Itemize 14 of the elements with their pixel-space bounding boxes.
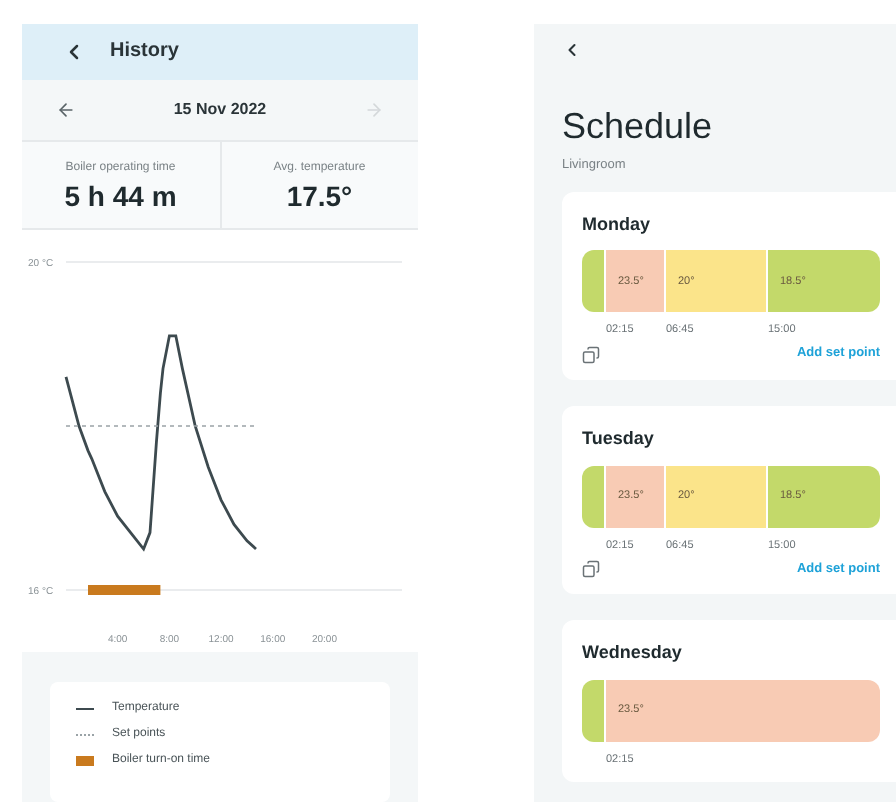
bar-swatch bbox=[76, 756, 94, 766]
boiler-on-bar bbox=[86, 584, 162, 595]
screen-title: Schedule bbox=[562, 108, 715, 144]
copy-icon[interactable] bbox=[582, 559, 600, 578]
screen-title: History bbox=[110, 38, 179, 67]
day-name: Tuesday bbox=[582, 426, 656, 452]
copy-icon[interactable] bbox=[582, 345, 600, 364]
date-label: 15 Nov 2022 bbox=[173, 97, 267, 122]
previous-arrow-icon[interactable] bbox=[56, 99, 76, 120]
day-name: Monday bbox=[582, 211, 653, 238]
stat-value: 5 h 44 m bbox=[64, 181, 177, 210]
line-swatch bbox=[76, 707, 94, 711]
day-name: Wednesday bbox=[582, 640, 684, 667]
stat-value: 17.5° bbox=[286, 181, 353, 210]
